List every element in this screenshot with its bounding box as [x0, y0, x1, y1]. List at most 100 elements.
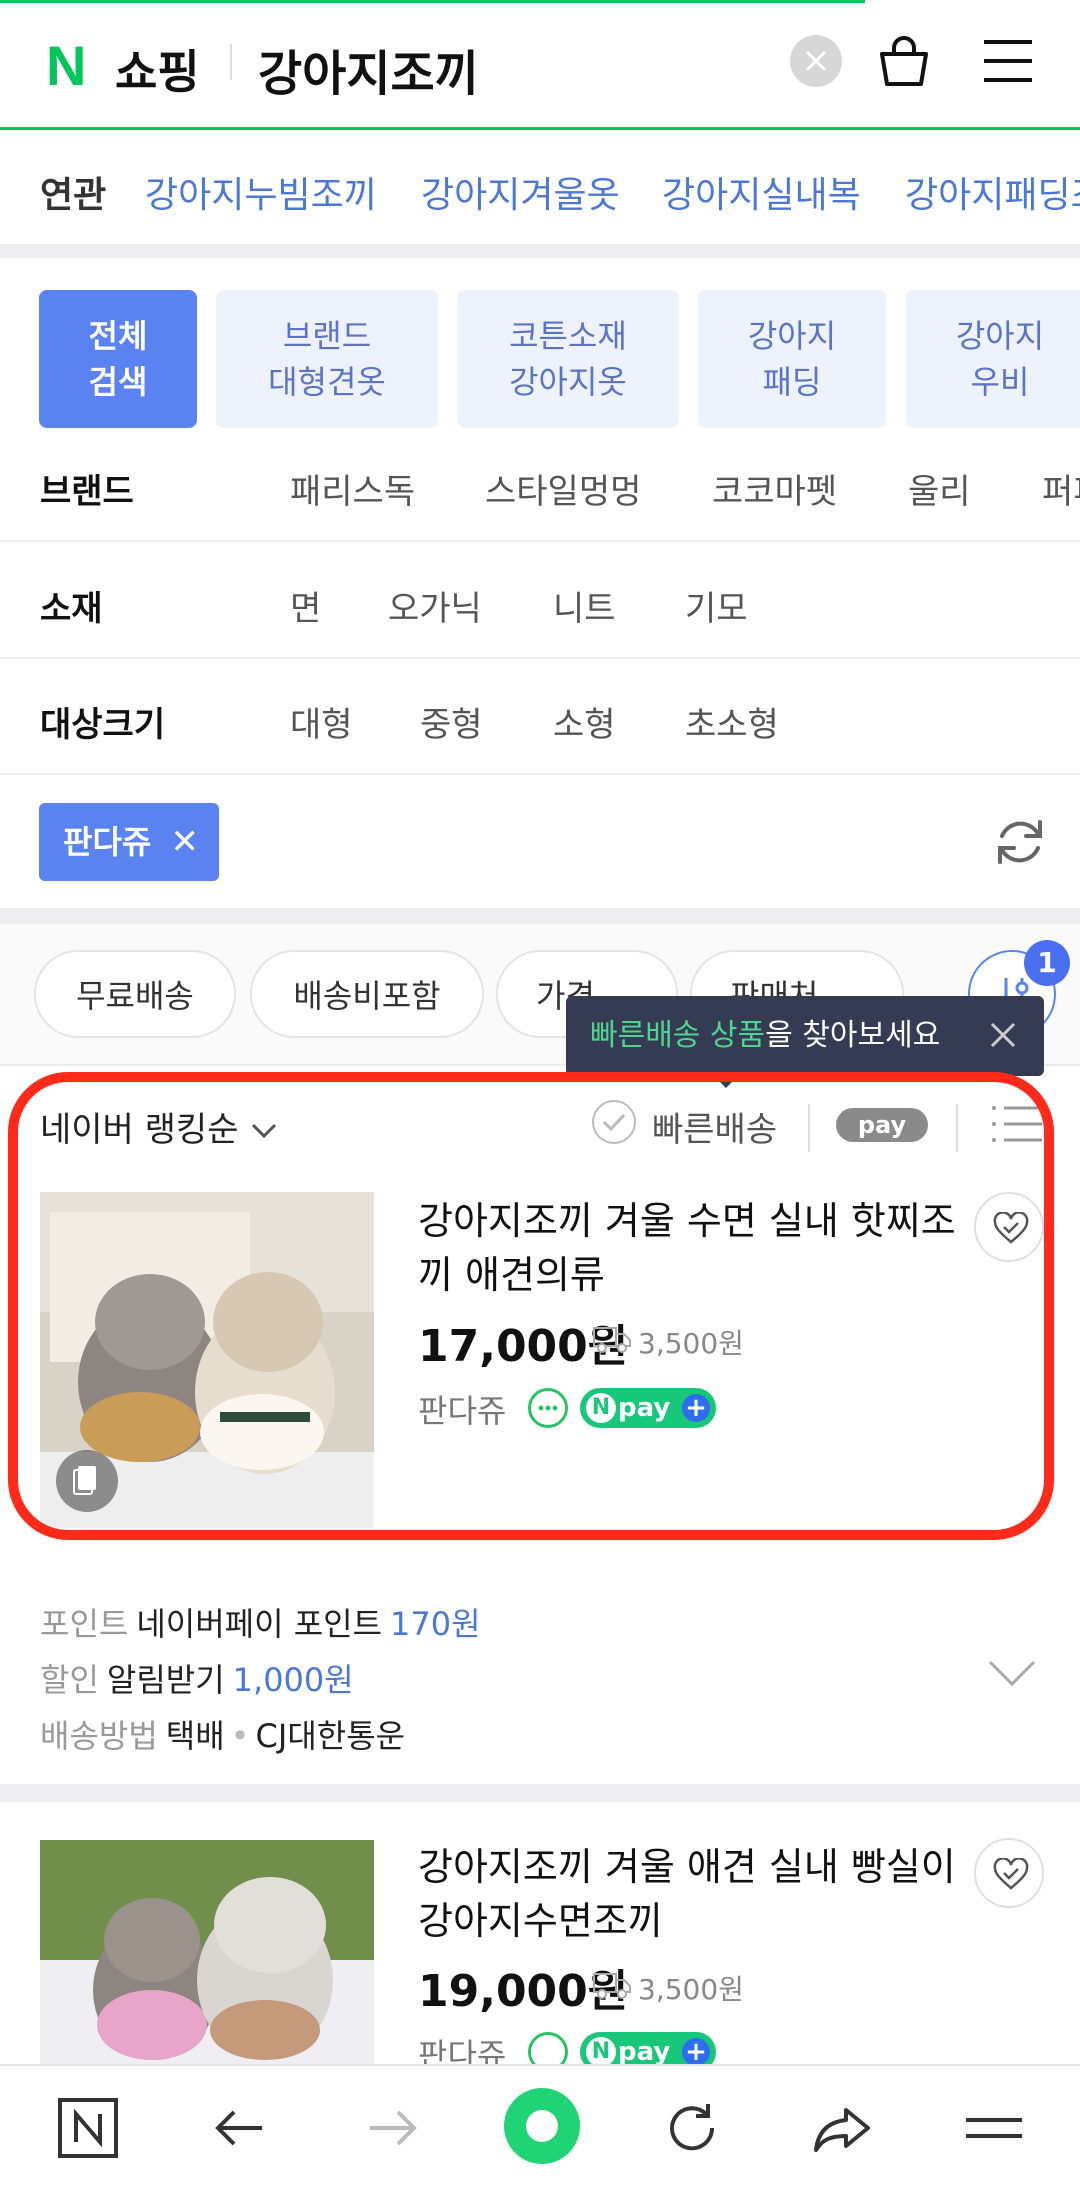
category-label: 코튼소재 [509, 317, 627, 355]
list-view-icon[interactable] [990, 1104, 1044, 1144]
sort-bar: 네이버 랭킹순 빠른배송 pay [0, 1090, 1080, 1160]
discount-row: 할인 알림받기 1,000원 [40, 1652, 1000, 1708]
search-query[interactable]: 강아지조끼 [258, 34, 479, 104]
naver-logo[interactable]: N [46, 38, 86, 94]
related-keyword[interactable]: 강아지실내복 [662, 166, 861, 218]
npay-n-icon: N [586, 2037, 616, 2067]
filter-option[interactable]: 코코마펫 [712, 464, 837, 513]
filter-option[interactable]: 기모 [685, 581, 748, 630]
product-image[interactable] [40, 1192, 374, 1528]
related-keyword[interactable]: 강아지패딩조끼 [905, 166, 1080, 218]
wishlist-button[interactable] [974, 1838, 1044, 1908]
share-button[interactable] [810, 2096, 874, 2160]
store-name[interactable]: 판다쥬 [418, 1386, 506, 1432]
related-keywords-bar: 연관 강아지누빔조끼 강아지겨울옷 강아지실내복 강아지패딩조끼 [0, 132, 1080, 244]
filter-option[interactable]: 소형 [553, 697, 616, 746]
app-header: N 쇼핑 강아지조끼 [0, 0, 1080, 130]
green-dot-button[interactable] [504, 2088, 580, 2164]
category-raincoat[interactable]: 강아지우비 [906, 290, 1080, 428]
chip-label: 판다쥬 [63, 823, 152, 861]
reset-filters-button[interactable] [990, 812, 1050, 872]
filter-row-material: 소재 면 오가닉 니트 기모 [0, 543, 1080, 659]
npay-plus-badge: N pay + [580, 1388, 716, 1428]
category-padding[interactable]: 강아지패딩 [698, 290, 886, 428]
category-label: 강아지 [955, 317, 1045, 355]
npay-filter-button[interactable]: pay [836, 1108, 928, 1142]
delivery-value: 택배 [165, 1717, 225, 1755]
filter-count-badge: 1 [1024, 940, 1070, 986]
discount-label: 할인 [40, 1661, 99, 1699]
shopping-logo-text[interactable]: 쇼핑 [115, 36, 200, 102]
filter-option[interactable]: 니트 [553, 581, 616, 630]
filter-option[interactable]: 패리스독 [290, 464, 415, 513]
filter-option[interactable]: 오가닉 [388, 581, 482, 630]
related-keyword[interactable]: 강아지누빔조끼 [145, 166, 377, 218]
related-keyword[interactable]: 강아지겨울옷 [421, 166, 620, 218]
filter-option[interactable]: 면 [290, 581, 321, 630]
filter-option[interactable]: 초소형 [685, 697, 779, 746]
product-image[interactable] [40, 1840, 374, 2064]
product-title[interactable]: 강아지조끼 겨울 수면 실내 핫찌조끼 애견의류 [418, 1194, 958, 1302]
clear-search-button[interactable] [790, 35, 842, 87]
copy-image-button[interactable] [56, 1450, 118, 1512]
clear-icon [806, 51, 826, 71]
filter-option[interactable]: 울리 [908, 464, 971, 513]
product-title[interactable]: 강아지조끼 겨울 애견 실내 빵실이 강아지수면조끼 [418, 1840, 958, 1948]
copy-icon [73, 1466, 96, 1495]
expand-chevron-icon[interactable] [986, 1658, 1038, 1688]
delivery-row: 배송방법 택배 • CJ대한통운 [40, 1708, 1000, 1764]
filter-label: 대상크기 [40, 705, 166, 745]
browser-menu-button[interactable] [962, 2096, 1026, 2160]
sort-select[interactable]: 네이버 랭킹순 [40, 1102, 279, 1151]
pill-label: 배송비포함 [293, 977, 441, 1015]
pill-shipping-included[interactable]: 배송비포함 [250, 950, 484, 1038]
category-label: 패딩 [762, 363, 822, 401]
dot-separator: • [230, 1717, 250, 1755]
category-label: 전체 [88, 317, 148, 355]
progress-line [0, 0, 865, 3]
category-label: 우비 [970, 363, 1030, 401]
filter-option[interactable]: 대형 [290, 697, 353, 746]
header-divider [230, 44, 232, 80]
back-button[interactable] [208, 2096, 272, 2160]
sort-label: 네이버 랭킹순 [40, 1110, 239, 1150]
point-amount: 170원 [390, 1605, 481, 1643]
reload-button[interactable] [660, 2096, 724, 2160]
selected-filter-chip[interactable]: 판다쥬 ✕ [39, 803, 219, 881]
plus-icon: + [682, 2038, 710, 2066]
talk-icon[interactable] [528, 1388, 568, 1428]
fast-delivery-checkbox[interactable] [592, 1100, 636, 1144]
wishlist-button[interactable] [974, 1192, 1044, 1262]
filter-option[interactable]: 퍼피엔젤 [1042, 464, 1080, 513]
menu-button[interactable] [980, 36, 1036, 86]
category-all-search[interactable]: 전체 검색 [39, 290, 197, 428]
delivery-carrier: CJ대한통운 [255, 1717, 406, 1755]
chevron-down-icon [252, 1123, 277, 1139]
cart-icon [880, 36, 928, 86]
category-brand-large-dog[interactable]: 브랜드 대형견옷 [216, 290, 438, 428]
fast-delivery-label[interactable]: 빠른배송 [652, 1102, 777, 1151]
dog-photo-image [40, 1840, 374, 2064]
tooltip-highlight: 빠른배송 상품 [590, 1018, 766, 1053]
shipping-fee: 3,500원 [638, 1327, 744, 1360]
truck-icon [593, 1327, 631, 1353]
pill-free-shipping[interactable]: 무료배송 [34, 950, 236, 1038]
category-label: 강아지옷 [509, 363, 627, 401]
tooltip-close-icon[interactable] [986, 1018, 1020, 1052]
forward-button[interactable] [360, 2096, 424, 2160]
naver-home-button[interactable] [56, 2096, 120, 2160]
category-label: 강아지 [747, 317, 837, 355]
chip-close-icon[interactable]: ✕ [171, 803, 200, 881]
point-value: 네이버페이 포인트 [136, 1605, 383, 1643]
heart-icon [993, 1212, 1029, 1244]
fast-delivery-tooltip: 빠른배송 상품을 찾아보세요 [566, 996, 1044, 1088]
filter-option[interactable]: 스타일멍멍 [485, 464, 641, 513]
filter-option[interactable]: 중형 [420, 697, 483, 746]
section-divider [0, 1784, 1080, 1802]
plus-icon: + [682, 1394, 710, 1422]
category-cotton-clothes[interactable]: 코튼소재강아지옷 [457, 290, 679, 428]
cart-button[interactable] [874, 32, 934, 92]
filter-label: 소재 [40, 589, 103, 629]
tooltip-text: 을 찾아보세요 [765, 1018, 941, 1053]
browser-bottom-nav [0, 2064, 1080, 2188]
